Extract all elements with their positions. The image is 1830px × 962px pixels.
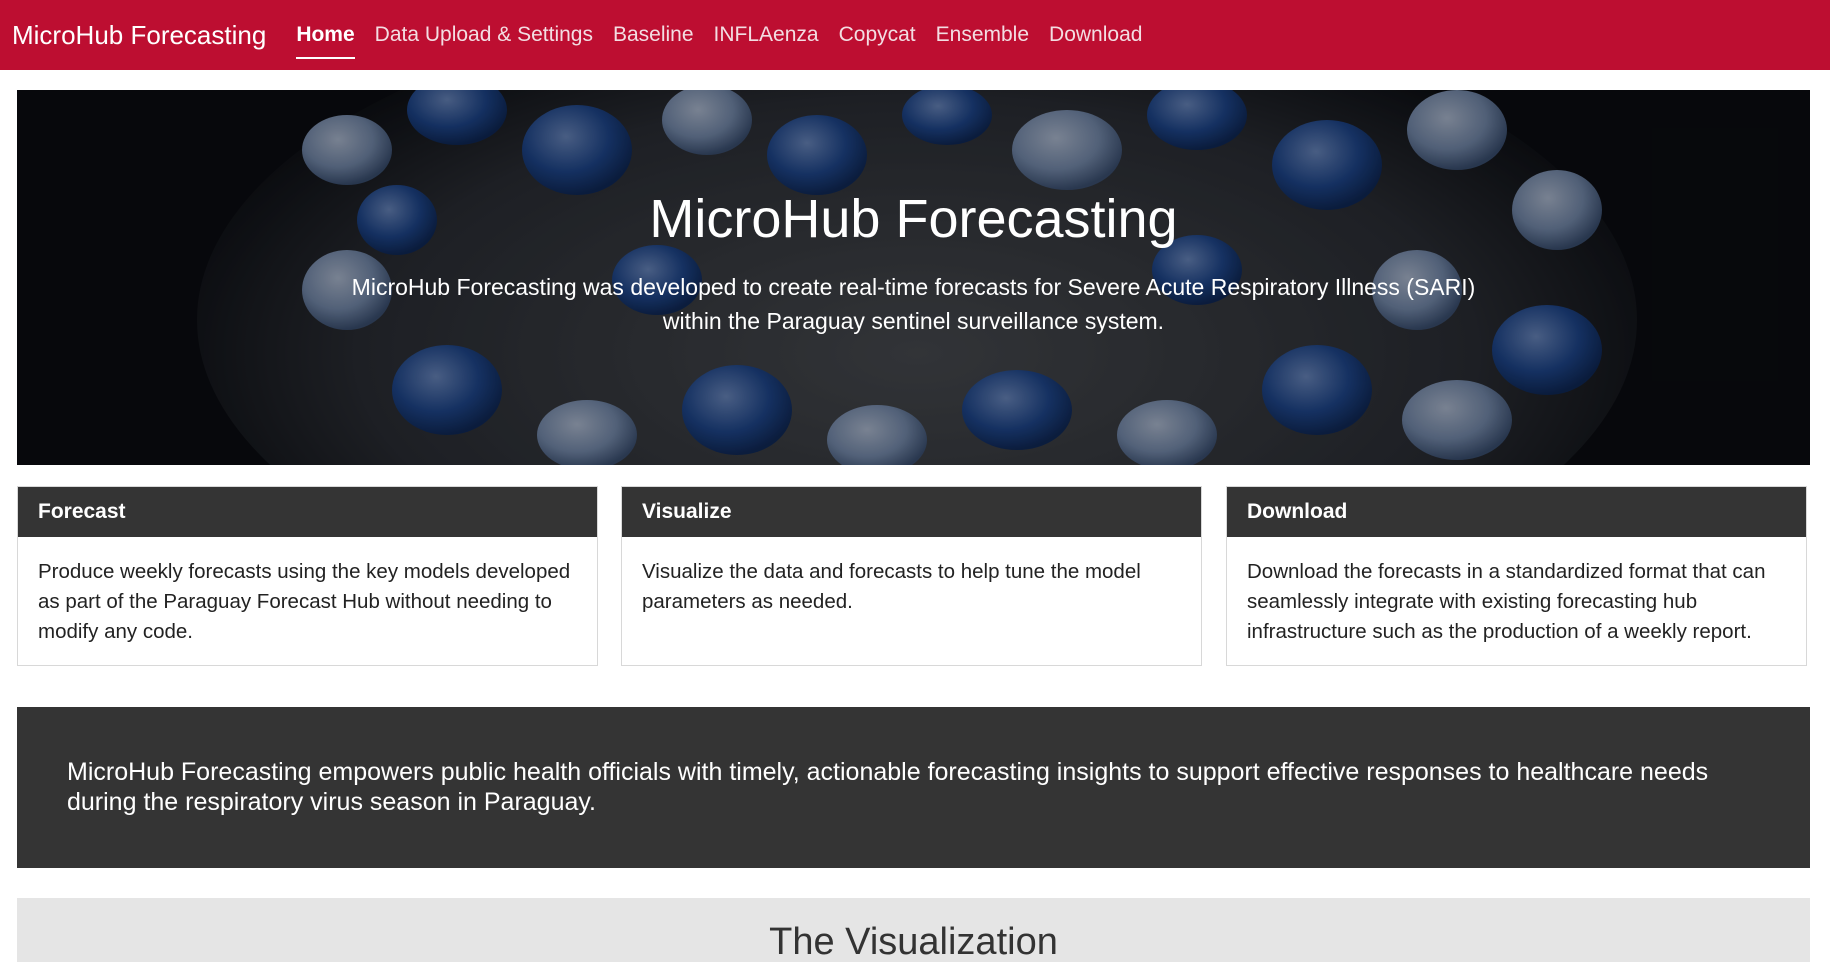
nav-item-home[interactable]: Home [286,0,364,70]
download-card: Download Download the forecasts in a sta… [1226,486,1807,666]
visualize-card: Visualize Visualize the data and forecas… [621,486,1202,666]
visualize-card-header: Visualize [622,487,1201,537]
visualization-title: The Visualization [769,921,1058,962]
download-card-body: Download the forecasts in a standardized… [1247,560,1766,643]
mission-banner: MicroHub Forecasting empowers public hea… [17,707,1810,868]
nav-item-data-upload-settings[interactable]: Data Upload & Settings [365,0,603,70]
navbar-brand[interactable]: MicroHub Forecasting [12,20,266,51]
hero-section: MicroHub Forecasting MicroHub Forecastin… [17,90,1810,465]
forecast-card-header: Forecast [18,487,597,537]
visualize-card-body: Visualize the data and forecasts to help… [642,560,1141,613]
nav-item-inflaenza[interactable]: INFLAenza [704,0,829,70]
hero-description: MicroHub Forecasting was developed to cr… [351,274,1476,334]
top-navbar: MicroHub Forecasting Home Data Upload & … [0,0,1830,70]
nav-item-baseline[interactable]: Baseline [603,0,704,70]
nav-item-ensemble[interactable]: Ensemble [926,0,1039,70]
nav-item-copycat[interactable]: Copycat [829,0,926,70]
download-card-header: Download [1227,487,1806,537]
forecast-card-body: Produce weekly forecasts using the key m… [38,560,571,643]
nav-item-download[interactable]: Download [1039,0,1152,70]
hero-title: MicroHub Forecasting [649,189,1178,249]
visualization-section: The Visualization [17,898,1810,962]
mission-banner-text: MicroHub Forecasting empowers public hea… [67,758,1709,816]
forecast-card: Forecast Produce weekly forecasts using … [17,486,598,666]
nav-menu: Home Data Upload & Settings Baseline INF… [286,0,1152,70]
